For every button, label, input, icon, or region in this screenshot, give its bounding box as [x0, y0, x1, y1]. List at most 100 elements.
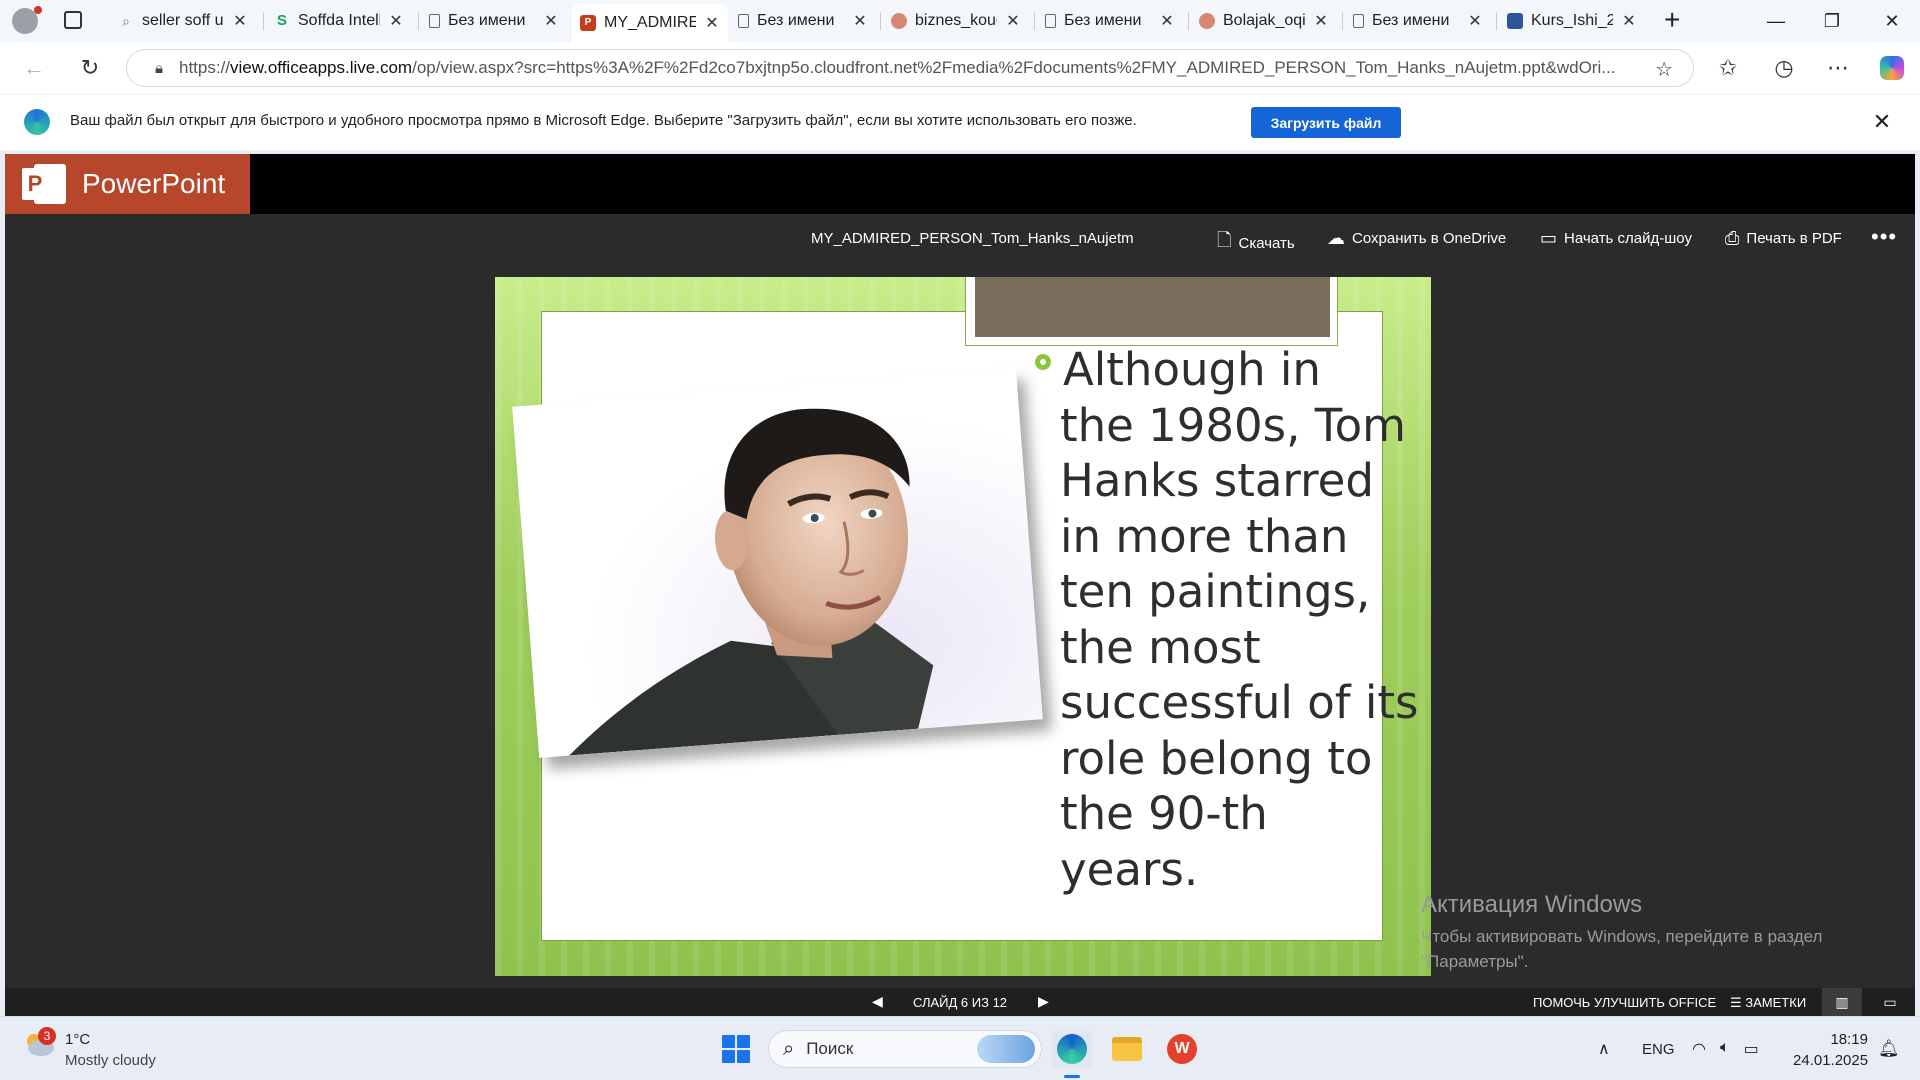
next-slide-icon[interactable]: ▶	[1038, 993, 1049, 1010]
address-bar[interactable]: 🔒︎ https://view.officeapps.live.com/op/v…	[126, 49, 1694, 87]
close-icon[interactable]: ✕	[852, 11, 868, 31]
reload-button[interactable]: ↻	[74, 52, 106, 84]
minimize-button[interactable]: —	[1748, 0, 1804, 42]
window-close-button[interactable]: ✕	[1864, 0, 1920, 42]
wps-icon: W	[1167, 1034, 1197, 1064]
maximize-button[interactable]: ❐	[1804, 0, 1860, 42]
tab-seller-soff[interactable]: ⌕ seller soff u... ✕	[110, 6, 256, 36]
taskbar-wps-office[interactable]: W	[1162, 1029, 1202, 1069]
slide-title-box	[965, 277, 1338, 346]
tab-actions-icon[interactable]	[64, 11, 82, 29]
tab-untitled-4[interactable]: Без имени ✕	[1345, 6, 1491, 36]
edge-icon	[1057, 1034, 1087, 1064]
close-icon[interactable]: ✕	[1621, 11, 1637, 31]
profile-notification-dot	[34, 6, 42, 14]
app-name: PowerPoint	[82, 168, 226, 199]
new-tab-button[interactable]: +	[1664, 4, 1680, 36]
document-icon	[738, 14, 749, 28]
tab-title: MY_ADMIRED	[604, 14, 696, 31]
tab-title: Без имени	[1064, 12, 1142, 29]
tab-untitled-3[interactable]: Без имени ✕	[1037, 6, 1183, 36]
clock-time[interactable]: 18:19	[1820, 1031, 1868, 1048]
powerpoint-brand[interactable]: P PowerPoint	[5, 154, 250, 214]
download-file-button[interactable]: Загрузить файл	[1251, 107, 1401, 138]
input-language[interactable]: ENG	[1642, 1041, 1675, 1058]
history-icon[interactable]: ◷	[1768, 52, 1800, 84]
weather-description[interactable]: Mostly cloudy	[65, 1052, 156, 1069]
close-icon[interactable]: ✕	[1868, 109, 1896, 135]
tab-bolajak[interactable]: Bolajak_oqi ✕	[1191, 6, 1337, 36]
edge-icon	[24, 109, 50, 135]
tab-title: seller soff u...	[142, 12, 224, 29]
tab-kurs-ishi[interactable]: Kurs_Ishi_2 ✕	[1499, 6, 1645, 36]
activation-watermark-title: Активация Windows	[1421, 891, 1643, 918]
download-info-bar: Ваш файл был открыт для быстрого и удобн…	[0, 94, 1920, 150]
tab-soffda[interactable]: S Soffda Intelli ✕	[266, 6, 412, 36]
save-to-onedrive-button[interactable]: ☁︎ Сохранить в OneDrive	[1327, 228, 1506, 249]
taskbar-file-explorer[interactable]	[1107, 1029, 1147, 1069]
volume-icon[interactable]: 🔈︎	[1720, 1039, 1730, 1059]
close-icon[interactable]: ✕	[543, 11, 559, 31]
favorites-icon[interactable]: ✩	[1712, 52, 1744, 84]
back-button[interactable]: ←	[18, 52, 50, 84]
taskbar-search[interactable]: ⌕ Поиск	[768, 1030, 1042, 1068]
close-icon[interactable]: ✕	[1467, 11, 1483, 31]
browser-toolbar: ← ↻ 🔒︎ https://view.officeapps.live.com/…	[0, 42, 1920, 94]
battery-icon[interactable]: ▭	[1744, 1039, 1759, 1059]
tab-title: Без имени	[448, 12, 526, 29]
reading-view-icon[interactable]: ▥	[1822, 988, 1862, 1016]
show-hidden-icons-chevron[interactable]: ∧	[1598, 1039, 1610, 1059]
system-tray-icons[interactable]: ◠ 🔈︎ ▭	[1692, 1039, 1759, 1059]
close-icon[interactable]: ✕	[704, 13, 720, 33]
previous-slide-icon[interactable]: ◀	[872, 993, 883, 1010]
bullet-icon	[1035, 354, 1051, 370]
cloud-icon: ☁︎	[1327, 228, 1345, 248]
more-options-icon[interactable]: •••	[1871, 224, 1897, 250]
weather-temperature[interactable]: 1°C	[65, 1031, 90, 1048]
search-label: Поиск	[806, 1039, 854, 1058]
slideshow-view-icon[interactable]: ▭	[1875, 988, 1905, 1016]
url-text[interactable]: https://view.officeapps.live.com/op/view…	[179, 58, 1619, 78]
tab-title: Bolajak_oqi	[1223, 12, 1305, 29]
active-app-indicator	[1064, 1075, 1080, 1078]
slide-bullet: Although in the 1980s, Tom Hanks starred…	[1035, 342, 1431, 897]
activation-watermark-body: Чтобы активировать Windows, перейдите в …	[1421, 927, 1823, 971]
info-message: Ваш файл был открыт для быстрого и удобн…	[70, 112, 1137, 129]
tab-untitled-2[interactable]: Без имени ✕	[730, 6, 876, 36]
close-icon[interactable]: ✕	[1005, 11, 1021, 31]
print-pdf-button[interactable]: ⎙ Печать в PDF	[1725, 228, 1842, 249]
tab-untitled-1[interactable]: Без имени ✕	[421, 6, 567, 36]
start-button[interactable]	[722, 1035, 750, 1063]
word-icon	[1507, 13, 1523, 29]
powerpoint-header: P PowerPoint	[5, 154, 1915, 214]
slideshow-icon: ▭	[1540, 228, 1558, 248]
notification-bell-icon[interactable]: 🔔︎	[1878, 1039, 1900, 1059]
download-icon: 🗋︎	[1217, 230, 1232, 250]
more-menu-icon[interactable]: ⋯	[1822, 52, 1854, 84]
copilot-icon[interactable]	[1876, 52, 1908, 84]
download-button[interactable]: 🗋︎ Скачать	[1217, 228, 1295, 258]
tab-title: biznes_koug	[915, 12, 997, 29]
help-improve-office-link[interactable]: ПОМОЧЬ УЛУЧШИТЬ OFFICE	[1533, 995, 1716, 1010]
document-title: MY_ADMIRED_PERSON_Tom_Hanks_nAujetm	[811, 230, 1134, 247]
start-slideshow-button[interactable]: ▭ Начать слайд-шоу	[1540, 228, 1692, 249]
close-icon[interactable]: ✕	[232, 11, 248, 31]
search-highlight-image	[977, 1035, 1035, 1063]
command-bar: MY_ADMIRED_PERSON_Tom_Hanks_nAujetm 🗋︎ С…	[5, 214, 1915, 264]
lock-icon[interactable]: 🔒︎	[139, 60, 179, 77]
clock-date[interactable]: 24.01.2025	[1793, 1052, 1868, 1069]
taskbar-edge[interactable]	[1052, 1029, 1092, 1069]
bullet-text: Although in the 1980s, Tom Hanks starred…	[1060, 343, 1419, 896]
notes-button[interactable]: ☰ ЗАМЕТКИ	[1730, 995, 1806, 1011]
wifi-icon[interactable]: ◠	[1692, 1039, 1706, 1059]
browser-tab-strip: ⌕ seller soff u... ✕ S Soffda Intelli ✕ …	[0, 0, 1920, 43]
favorite-star-icon[interactable]: ☆	[1655, 57, 1673, 82]
document-icon	[1045, 14, 1056, 28]
notes-icon: ☰	[1730, 995, 1746, 1010]
document-icon	[429, 14, 440, 28]
close-icon[interactable]: ✕	[388, 11, 404, 31]
tab-biznes[interactable]: biznes_koug ✕	[883, 6, 1029, 36]
tab-my-admired[interactable]: P MY_ADMIRED ✕	[572, 4, 728, 42]
close-icon[interactable]: ✕	[1313, 11, 1329, 31]
close-icon[interactable]: ✕	[1159, 11, 1175, 31]
